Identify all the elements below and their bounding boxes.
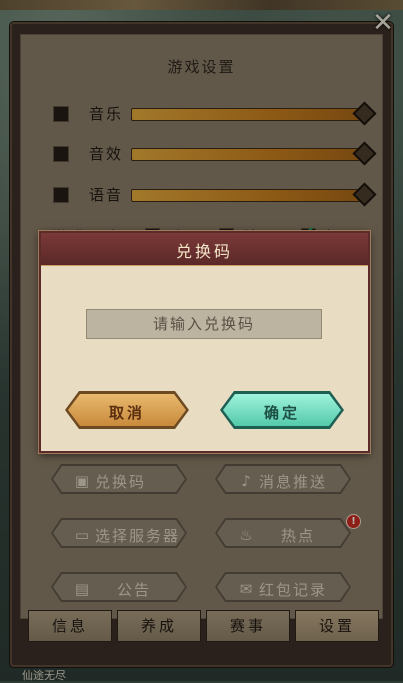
cancel-button-face: 取消 bbox=[68, 394, 186, 426]
dialog-title: 兑换码 bbox=[175, 242, 233, 261]
cancel-button[interactable]: 取消 bbox=[65, 391, 189, 429]
redeem-code-dialog: 兑换码 取消 确定 bbox=[39, 231, 370, 453]
confirm-button-face: 确定 bbox=[223, 394, 341, 426]
confirm-button[interactable]: 确定 bbox=[220, 391, 344, 429]
confirm-label: 确定 bbox=[263, 404, 300, 422]
cancel-label: 取消 bbox=[108, 404, 145, 422]
redeem-code-input[interactable] bbox=[86, 309, 322, 339]
dialog-header: 兑换码 bbox=[41, 233, 368, 266]
